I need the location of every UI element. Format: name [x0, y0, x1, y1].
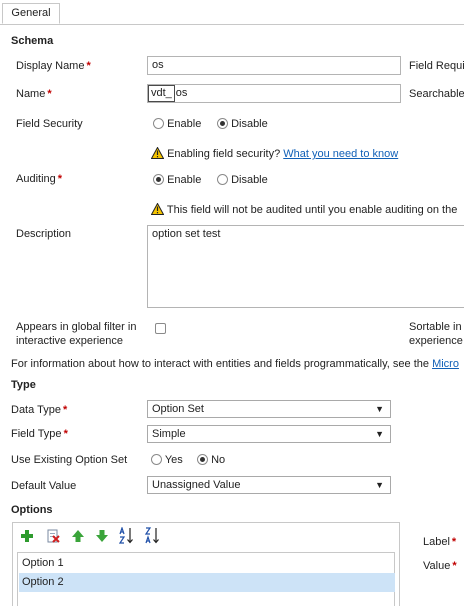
field-security-warning-text: Enabling field security? [167, 148, 281, 160]
field-type-select[interactable]: Simple ▼ [147, 425, 391, 443]
field-security-label: Field Security [16, 118, 83, 130]
dropdown-arrow-icon: ▼ [375, 404, 384, 414]
auditing-enable-radio[interactable] [153, 174, 164, 185]
use-existing-no-label: No [211, 454, 226, 466]
auditing-disable-label: Disable [231, 174, 268, 186]
option-value-field-label: Value * [423, 560, 457, 572]
display-name-field[interactable]: os [147, 56, 401, 75]
move-down-icon[interactable] [95, 529, 109, 543]
field-requirement-label: Field Requir [409, 60, 464, 72]
auditing-warning-text: This field will not be audited until you… [166, 204, 458, 216]
option-item-2[interactable]: Option 2 [19, 573, 395, 592]
warning-icon [151, 203, 164, 215]
default-value-value: Unassigned Value [152, 479, 241, 491]
field-security-disable-label: Disable [231, 118, 268, 130]
field-security-enable-label: Enable [167, 118, 202, 130]
use-existing-no-option[interactable]: No [197, 454, 225, 466]
microsoft-link[interactable]: Micro [432, 358, 459, 370]
options-list: Option 1 Option 2 [17, 552, 395, 606]
name-prefix: vdt_ [148, 85, 175, 102]
options-section-title: Options [11, 504, 53, 516]
data-type-label: Data Type * [11, 404, 68, 416]
tab-general[interactable]: General [2, 3, 60, 24]
name-field[interactable]: vdt_ os [147, 84, 401, 103]
programmatic-info-text: For information about how to interact wi… [11, 358, 429, 370]
dropdown-arrow-icon: ▼ [375, 429, 384, 439]
auditing-disable-radio[interactable] [217, 174, 228, 185]
use-existing-yes-label: Yes [164, 454, 183, 466]
description-textarea[interactable]: option set test [147, 225, 464, 308]
auditing-enable-option[interactable]: Enable [153, 174, 201, 186]
use-existing-yes-option[interactable]: Yes [151, 454, 183, 466]
auditing-enable-label: Enable [167, 174, 202, 186]
programmatic-info: For information about how to interact wi… [11, 358, 459, 370]
field-security-disable-option[interactable]: Disable [217, 118, 268, 130]
auditing-label: Auditing * [16, 173, 63, 185]
field-type-label: Field Type * [11, 428, 68, 440]
auditing-warning: This field will not be audited until you… [151, 203, 457, 216]
data-type-select[interactable]: Option Set ▼ [147, 400, 391, 418]
field-security-disable-radio[interactable] [217, 118, 228, 129]
use-existing-option-set-label: Use Existing Option Set [11, 454, 128, 466]
add-icon[interactable] [20, 529, 34, 543]
default-value-label: Default Value [11, 480, 77, 492]
global-filter-label: Appears in global filter in interactive e… [16, 321, 137, 347]
display-name-label: Display Name * [16, 60, 91, 72]
field-security-enable-radio[interactable] [153, 118, 164, 129]
description-label: Description [16, 228, 72, 240]
option-label-field-label: Label * [423, 536, 457, 548]
dropdown-arrow-icon: ▼ [375, 480, 384, 490]
default-value-select[interactable]: Unassigned Value ▼ [147, 476, 391, 494]
tab-strip: General [0, 0, 464, 25]
delete-icon[interactable] [46, 529, 60, 543]
name-label: Name * [16, 88, 52, 100]
field-security-warning: Enabling field security? What you need t… [151, 147, 398, 160]
warning-icon [151, 147, 164, 159]
move-up-icon[interactable] [71, 529, 85, 543]
field-security-enable-option[interactable]: Enable [153, 118, 201, 130]
global-filter-checkbox[interactable] [155, 323, 166, 334]
field-type-value: Simple [152, 428, 186, 440]
data-type-value: Option Set [152, 403, 204, 415]
type-section-title: Type [11, 379, 36, 391]
schema-section-title: Schema [11, 35, 54, 47]
option-item-1[interactable]: Option 1 [19, 554, 395, 573]
auditing-disable-option[interactable]: Disable [217, 174, 268, 186]
use-existing-yes-radio[interactable] [151, 454, 162, 465]
sort-za-icon[interactable] [145, 527, 161, 544]
sort-az-icon[interactable] [119, 527, 135, 544]
what-you-need-to-know-link[interactable]: What you need to know [283, 148, 398, 160]
use-existing-no-radio[interactable] [197, 454, 208, 465]
searchable-label: Searchable [409, 88, 464, 100]
name-value: os [175, 87, 188, 99]
sortable-label: Sortable inexperience c [409, 321, 464, 347]
